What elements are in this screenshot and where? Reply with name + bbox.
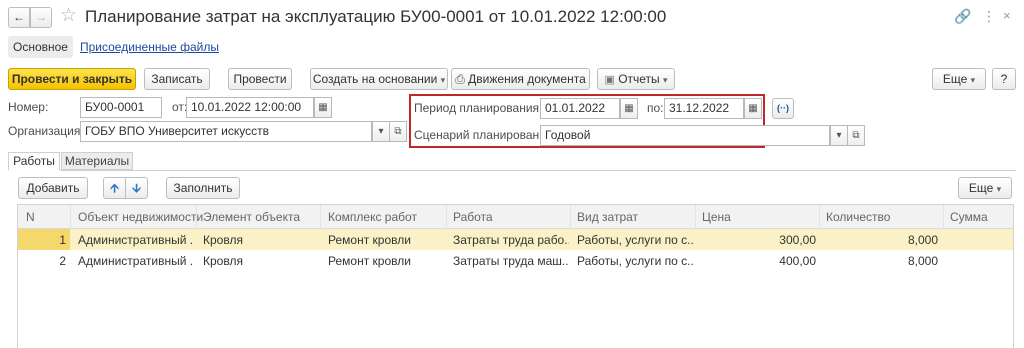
cell-cost-type: Работы, услуги по с... (577, 233, 693, 247)
printer-icon: ⎙ (455, 72, 465, 86)
column-header-n[interactable]: N (26, 208, 35, 226)
subtab-bar-line (8, 170, 1016, 171)
scenario-label: Сценарий планирования: (414, 128, 556, 142)
column-separator (943, 205, 944, 229)
column-header-work[interactable]: Работа (453, 208, 493, 226)
column-separator (70, 205, 71, 229)
arrow-down-icon: 🡫 (132, 181, 141, 195)
subtab-works[interactable]: Работы (8, 152, 60, 171)
help-button[interactable]: ? (992, 68, 1016, 90)
dropdown-arrow-icon[interactable]: ▾ (372, 121, 390, 142)
cell-quantity: 8,000 (907, 254, 938, 268)
save-button[interactable]: Записать (144, 68, 210, 90)
arrow-up-icon: 🡩 (110, 181, 119, 195)
table-more-label: Еще (968, 181, 994, 195)
column-separator (695, 205, 696, 229)
create-based-on-label: Создать на основании (312, 72, 438, 86)
cell-element: Кровля (203, 233, 243, 247)
fill-button[interactable]: Заполнить (166, 177, 240, 199)
document-movements-button[interactable]: ⎙ Движения документа (451, 68, 590, 90)
column-separator (196, 205, 197, 229)
link-icon[interactable]: 🔗 (954, 6, 971, 26)
period-label: Период планирования с: (414, 101, 552, 115)
subtab-works-label: Работы (13, 154, 55, 168)
date-field[interactable]: 10.01.2022 12:00:00 (186, 97, 314, 118)
forward-button[interactable]: → (30, 7, 52, 28)
post-and-close-button[interactable]: Провести и закрыть (8, 68, 136, 90)
form-tab-files[interactable]: Присоединенные файлы (80, 36, 219, 58)
dropdown-arrow-icon: ▾ (663, 75, 668, 85)
calendar-icon[interactable]: ▦ (744, 98, 762, 119)
column-header-sum[interactable]: Сумма (950, 208, 988, 226)
cell-price: 300,00 (779, 233, 816, 247)
report-icon: ▣ (604, 74, 615, 86)
cell-work: Затраты труда рабо... (453, 233, 569, 247)
subtab-materials[interactable]: Материалы (61, 152, 133, 170)
cell-n: 1 (59, 233, 66, 247)
column-header-complex[interactable]: Комплекс работ (328, 208, 417, 226)
open-icon[interactable]: ⧉ (847, 125, 865, 146)
reports-button[interactable]: ▣ Отчеты ▾ (597, 68, 675, 90)
star-icon[interactable]: ☆ (60, 5, 77, 27)
document-movements-label: Движения документа (468, 72, 586, 86)
dropdown-arrow-icon: ▾ (996, 184, 1002, 194)
column-header-quantity[interactable]: Количество (826, 208, 890, 226)
post-button[interactable]: Провести (228, 68, 292, 90)
reports-label: Отчеты (618, 72, 660, 86)
more-button[interactable]: Еще ▾ (932, 68, 986, 90)
cell-n: 2 (59, 254, 66, 268)
move-up-button[interactable]: 🡩 (103, 177, 126, 199)
cell-object: Административный ... (78, 233, 194, 247)
calendar-icon[interactable]: ▦ (620, 98, 638, 119)
close-icon[interactable]: × (1003, 6, 1011, 26)
move-down-button[interactable]: 🡫 (125, 177, 148, 199)
column-header-cost-type[interactable]: Вид затрат (577, 208, 638, 226)
cell-object: Административный ... (78, 254, 194, 268)
column-header-object[interactable]: Объект недвижимости (78, 208, 203, 226)
open-icon[interactable]: ⧉ (389, 121, 407, 142)
period-select-button[interactable]: (··) (772, 98, 794, 119)
more-vert-icon[interactable]: ⋮ (982, 6, 996, 26)
column-separator (320, 205, 321, 229)
dropdown-arrow-icon[interactable]: ▾ (830, 125, 848, 146)
window-title: Планирование затрат на эксплуатацию БУ00… (85, 7, 667, 26)
cell-complex: Ремонт кровли (328, 254, 411, 268)
column-separator (446, 205, 447, 229)
more-label: Еще (942, 72, 968, 86)
form-tab-files-label: Присоединенные файлы (80, 40, 219, 54)
back-button[interactable]: ← (8, 7, 30, 28)
cell-work: Затраты труда маш... (453, 254, 569, 268)
period-to-field[interactable]: 31.12.2022 (664, 98, 744, 119)
organization-label: Организация: (8, 124, 84, 138)
arrow-right-icon: → (35, 10, 47, 24)
table-more-button[interactable]: Еще ▾ (958, 177, 1012, 199)
column-header-element[interactable]: Элемент объекта (203, 208, 300, 226)
column-separator (819, 205, 820, 229)
cell-complex: Ремонт кровли (328, 233, 411, 247)
period-from-field[interactable]: 01.01.2022 (540, 98, 620, 119)
date-label: от: (172, 100, 188, 114)
calendar-icon[interactable]: ▦ (314, 97, 332, 118)
column-separator (570, 205, 571, 229)
number-label: Номер: (8, 100, 49, 114)
subtab-materials-label: Материалы (64, 154, 130, 168)
scenario-field[interactable]: Годовой (540, 125, 830, 146)
dropdown-arrow-icon: ▾ (440, 75, 446, 85)
form-tab-main-label: Основное (13, 40, 68, 54)
column-header-price[interactable]: Цена (702, 208, 731, 226)
arrow-left-icon: ← (13, 10, 25, 24)
create-based-on-button[interactable]: Создать на основании ▾ (310, 68, 448, 90)
cell-price: 400,00 (779, 254, 816, 268)
dropdown-arrow-icon: ▾ (970, 75, 976, 85)
organization-field[interactable]: ГОБУ ВПО Университет искусств (80, 121, 372, 142)
number-field[interactable]: БУ00-0001 (80, 97, 162, 118)
form-tab-main[interactable]: Основное (8, 36, 73, 58)
cell-element: Кровля (203, 254, 243, 268)
add-row-button[interactable]: Добавить (18, 177, 88, 199)
cell-cost-type: Работы, услуги по с... (577, 254, 693, 268)
period-to-label: по: (647, 101, 664, 115)
cell-quantity: 8,000 (907, 233, 938, 247)
